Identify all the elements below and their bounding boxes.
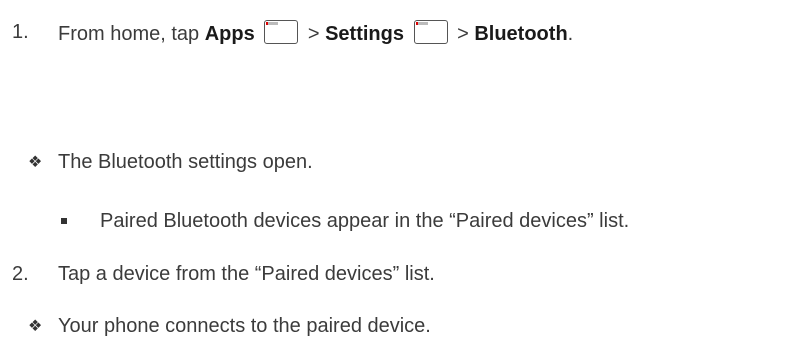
step-number: 1. xyxy=(12,21,29,43)
bluetooth-label: Bluetooth xyxy=(474,23,568,45)
step-number: 2. xyxy=(12,263,29,285)
settings-label: Settings xyxy=(325,23,404,45)
step-2-text: Tap a device from the “Paired devices” l… xyxy=(58,263,435,285)
settings-icon xyxy=(413,20,448,44)
separator: > xyxy=(302,23,326,45)
result-paired-appear: Paired Bluetooth devices appear in the “… xyxy=(100,210,630,232)
diamond-bullet-icon: ❖ xyxy=(28,318,43,335)
result-phone-connects: Your phone connects to the paired device… xyxy=(58,315,431,337)
step-1-text: From home, tap Apps > Settings > Bluetoo… xyxy=(58,20,573,46)
apps-label: Apps xyxy=(204,23,255,45)
square-bullet-icon xyxy=(61,218,67,224)
result-settings-open: The Bluetooth settings open. xyxy=(58,151,313,173)
diamond-bullet-icon: ❖ xyxy=(28,154,43,171)
step-1-prefix: From home, tap xyxy=(58,23,205,45)
apps-icon xyxy=(264,20,299,44)
step-1-suffix: . xyxy=(567,23,574,45)
step-2: 2. Tap a device from the “Paired devices… xyxy=(12,262,435,286)
separator: > xyxy=(451,23,475,45)
